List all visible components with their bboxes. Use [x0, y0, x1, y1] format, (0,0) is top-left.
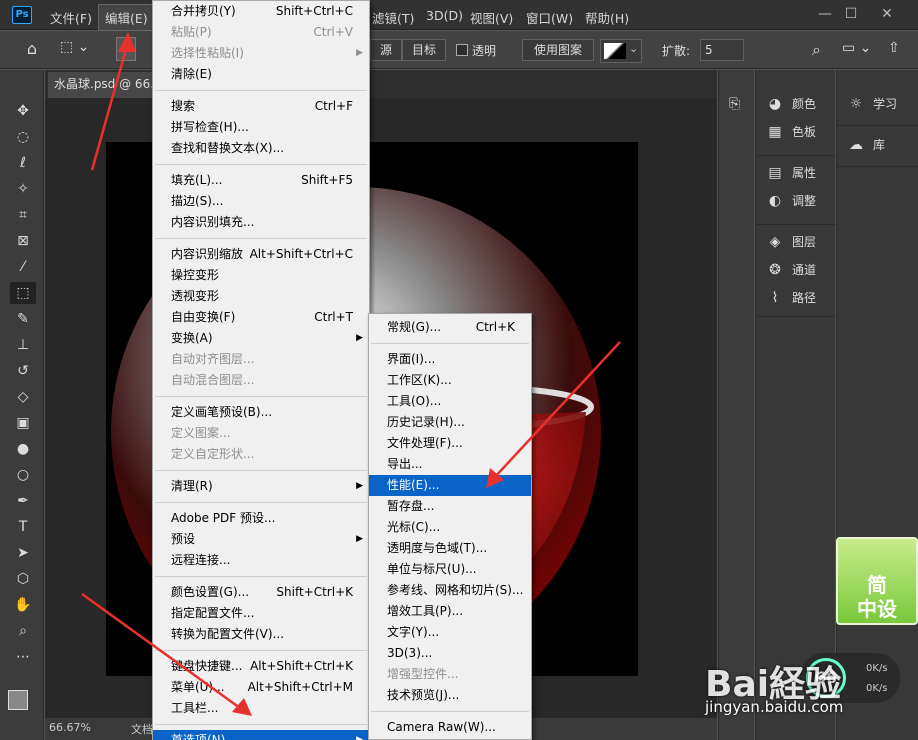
annotation-arrows — [81, 32, 621, 716]
arrow-head — [232, 698, 252, 716]
arrow-to-preferences — [81, 592, 241, 710]
arrow-head — [118, 32, 136, 52]
arrow-to-performance — [493, 341, 621, 479]
arrow-to-edit-menu — [90, 41, 130, 171]
